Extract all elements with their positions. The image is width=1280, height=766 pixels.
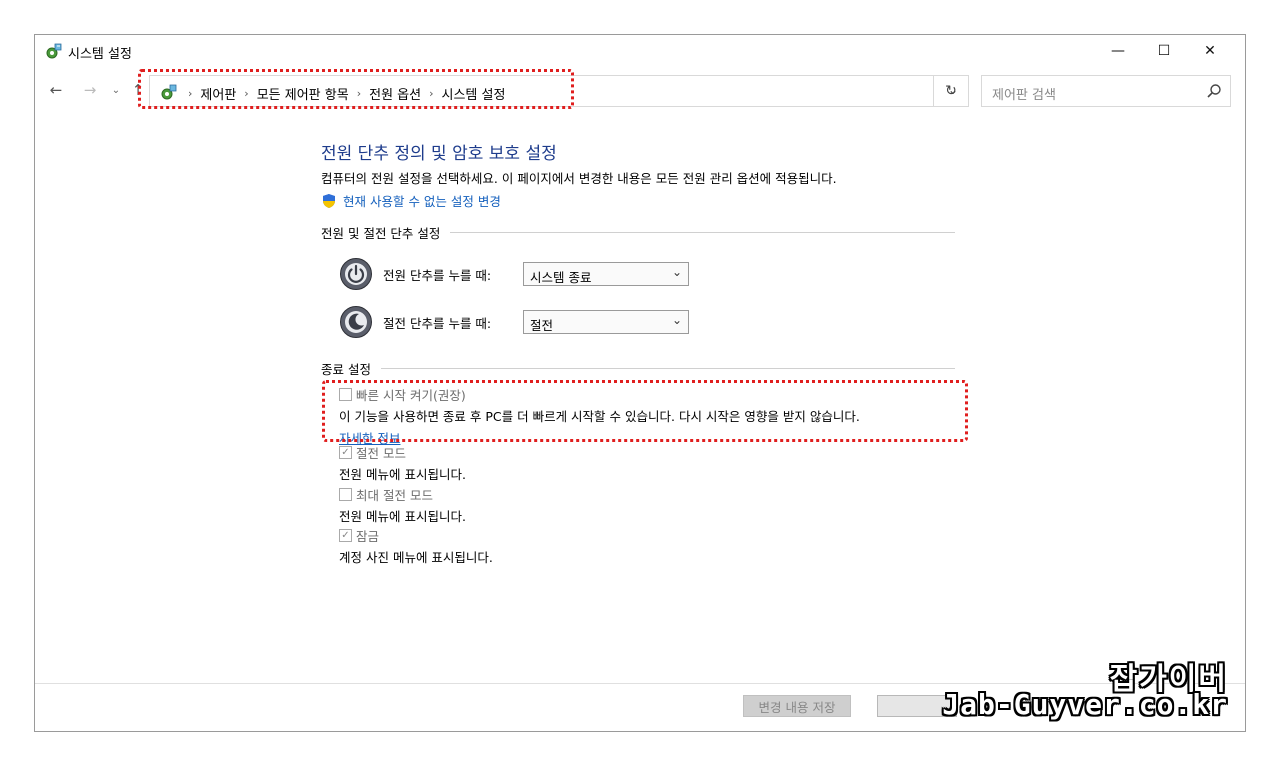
sleep-icon bbox=[340, 306, 372, 338]
power-button-select[interactable]: 시스템 종료 ⌄ bbox=[523, 262, 689, 286]
fast-startup-desc: 이 기능을 사용하면 종료 후 PC를 더 빠르게 시작할 수 있습니다. 다시… bbox=[339, 409, 860, 424]
power-button-label: 전원 단추를 누를 때: bbox=[383, 267, 492, 283]
breadcrumb-separator[interactable]: › bbox=[244, 87, 248, 100]
breadcrumb-item[interactable]: 제어판 bbox=[200, 84, 236, 103]
hibernate-option-title: 최대 절전 모드 bbox=[356, 488, 433, 503]
breadcrumb-item[interactable]: 시스템 설정 bbox=[442, 84, 506, 103]
uac-shield-icon bbox=[323, 193, 335, 208]
page-description: 컴퓨터의 전원 설정을 선택하세요. 이 페이지에서 변경한 내용은 모든 전원… bbox=[321, 171, 837, 186]
sleep-button-label: 절전 단추를 누를 때: bbox=[383, 315, 492, 331]
breadcrumb-item[interactable]: 전원 옵션 bbox=[369, 84, 421, 103]
fast-startup-checkbox[interactable] bbox=[339, 388, 352, 401]
breadcrumb-separator: › bbox=[188, 87, 193, 100]
hibernate-option-desc: 전원 메뉴에 표시됩니다. bbox=[339, 509, 466, 524]
minimize-button[interactable]: — bbox=[1095, 35, 1141, 67]
lock-checkbox[interactable]: ✓ bbox=[339, 529, 352, 542]
admin-settings-link[interactable]: 현재 사용할 수 없는 설정 변경 bbox=[321, 191, 501, 210]
breadcrumb-separator[interactable]: › bbox=[429, 87, 433, 100]
breadcrumb-item[interactable]: 모든 제어판 항목 bbox=[257, 84, 349, 103]
control-panel-gear-icon bbox=[161, 84, 177, 100]
breadcrumb: › 제어판 › 모든 제어판 항목 › 전원 옵션 › 시스템 설정 bbox=[180, 84, 505, 103]
close-button[interactable]: ✕ bbox=[1187, 35, 1233, 67]
search-box[interactable]: 제어판 검색 bbox=[981, 75, 1231, 107]
sleep-checkbox[interactable]: ✓ bbox=[339, 446, 352, 459]
back-button[interactable]: ← bbox=[45, 79, 67, 101]
hibernate-checkbox[interactable] bbox=[339, 488, 352, 501]
admin-link-text[interactable]: 현재 사용할 수 없는 설정 변경 bbox=[343, 191, 501, 210]
power-button-value: 시스템 종료 bbox=[530, 270, 592, 285]
lock-option-title: 잠금 bbox=[356, 529, 380, 544]
up-button[interactable]: ↑ bbox=[127, 79, 149, 101]
sleep-option-desc: 전원 메뉴에 표시됩니다. bbox=[339, 467, 466, 482]
page-title: 전원 단추 정의 및 암호 보호 설정 bbox=[321, 144, 557, 164]
watermark-url: Jab-Guyver.co.kr bbox=[942, 688, 1228, 721]
sleep-option: ✓ 절전 모드 전원 메뉴에 표시됩니다. bbox=[339, 443, 466, 483]
power-icon bbox=[340, 258, 372, 290]
section-divider bbox=[380, 368, 955, 369]
save-changes-button[interactable]: 변경 내용 저장 bbox=[743, 695, 851, 717]
power-section-title: 전원 및 절전 단추 설정 bbox=[321, 226, 441, 241]
address-bar[interactable]: › 제어판 › 모든 제어판 항목 › 전원 옵션 › 시스템 설정 ⌄ bbox=[149, 75, 969, 107]
shutdown-section-title: 종료 설정 bbox=[321, 362, 371, 377]
power-section-header: 전원 및 절전 단추 설정 bbox=[321, 223, 955, 242]
navigation-bar: ← → ⌄ ↑ › 제어판 › 모든 제어판 항목 › 전원 옵션 › 시스템 … bbox=[35, 73, 1245, 109]
search-placeholder: 제어판 검색 bbox=[992, 88, 1056, 103]
system-settings-window: 시스템 설정 — ☐ ✕ ← → ⌄ ↑ › 제어판 › 모든 제어판 항목 ›… bbox=[34, 34, 1246, 732]
lock-option: ✓ 잠금 계정 사진 메뉴에 표시됩니다. bbox=[339, 526, 493, 566]
refresh-button[interactable]: ↻ bbox=[933, 75, 969, 107]
forward-button[interactable]: → bbox=[79, 79, 101, 101]
maximize-button[interactable]: ☐ bbox=[1141, 35, 1187, 67]
sleep-button-row: 절전 단추를 누를 때: 절전 ⌄ bbox=[339, 305, 689, 339]
breadcrumb-separator[interactable]: › bbox=[357, 87, 361, 100]
chevron-down-icon: ⌄ bbox=[671, 313, 682, 327]
sleep-option-title: 절전 모드 bbox=[356, 446, 406, 461]
window-title: 시스템 설정 bbox=[68, 47, 132, 62]
chevron-down-icon: ⌄ bbox=[671, 265, 682, 279]
recent-locations-button[interactable]: ⌄ bbox=[105, 79, 127, 101]
search-icon[interactable] bbox=[1206, 83, 1222, 99]
section-divider bbox=[450, 232, 955, 233]
fast-startup-title: 빠른 시작 켜기(권장) bbox=[356, 388, 466, 403]
lock-option-desc: 계정 사진 메뉴에 표시됩니다. bbox=[339, 550, 493, 565]
title-bar: 시스템 설정 — ☐ ✕ bbox=[35, 35, 1245, 67]
hibernate-option: 최대 절전 모드 전원 메뉴에 표시됩니다. bbox=[339, 485, 466, 525]
footer-divider bbox=[35, 683, 1245, 684]
sleep-button-select[interactable]: 절전 ⌄ bbox=[523, 310, 689, 334]
control-panel-gear-icon bbox=[46, 43, 62, 59]
power-button-row: 전원 단추를 누를 때: 시스템 종료 ⌄ bbox=[339, 257, 689, 291]
shutdown-section-header: 종료 설정 bbox=[321, 359, 955, 378]
sleep-button-value: 절전 bbox=[530, 318, 554, 333]
fast-startup-option: 빠른 시작 켜기(권장) 이 기능을 사용하면 종료 후 PC를 더 빠르게 시… bbox=[339, 385, 860, 447]
